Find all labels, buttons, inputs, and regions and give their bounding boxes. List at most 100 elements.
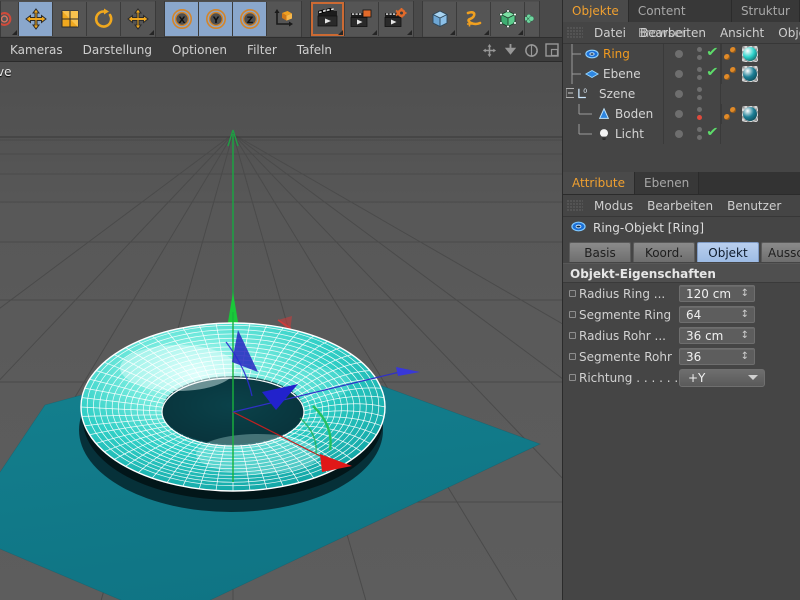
object-row-toggles[interactable] <box>663 84 721 104</box>
render-visibility-dot-top[interactable] <box>697 47 702 52</box>
axis-x-lock-button[interactable]: X <box>165 1 199 36</box>
object-row-toggles[interactable] <box>663 104 721 124</box>
pan-icon[interactable] <box>481 42 497 58</box>
spinner-icon[interactable]: ↕ <box>741 351 749 363</box>
object-row-toggles[interactable]: ✔ <box>663 44 721 64</box>
enabled-check-icon[interactable]: ✔ <box>706 46 719 60</box>
render-visibility-dot-top[interactable] <box>697 87 702 92</box>
tab-attribute[interactable]: Attribute <box>563 172 635 194</box>
axis-y-lock-button[interactable]: Y <box>199 1 233 36</box>
editor-visibility-dot[interactable] <box>675 50 683 58</box>
subtab-basis[interactable]: Basis <box>569 242 631 262</box>
object-row-tags[interactable] <box>721 104 758 124</box>
attrmenu-item-modus[interactable]: Modus <box>587 199 640 213</box>
editor-visibility-dot[interactable] <box>675 70 683 78</box>
add-cube-primitive-button[interactable] <box>423 1 457 36</box>
spinner-icon[interactable]: ↕ <box>741 309 749 321</box>
move-tool-secondary-button[interactable] <box>121 1 155 36</box>
render-visibility-dot-top[interactable] <box>697 67 702 72</box>
material-tag-icon[interactable] <box>742 106 758 122</box>
3d-viewport[interactable]: ktive <box>0 62 562 600</box>
undo-redo-tool-button[interactable] <box>1 1 19 36</box>
object-row-licht[interactable]: Licht ✔ <box>563 124 800 144</box>
orbit-icon[interactable] <box>523 42 539 58</box>
maximize-icon[interactable] <box>544 42 560 58</box>
tab-ebenen[interactable]: Ebenen <box>635 172 700 194</box>
tag-dots-icon[interactable] <box>724 47 740 62</box>
object-row-ring[interactable]: Ring ✔ <box>563 44 800 64</box>
render-visibility-dot-bottom[interactable] <box>697 135 702 140</box>
render-visibility-dot-bottom[interactable] <box>697 55 702 60</box>
property-animate-checkbox[interactable] <box>569 290 576 297</box>
object-row-toggles[interactable]: ✔ <box>663 64 721 84</box>
render-visibility-dot-bottom[interactable] <box>697 75 702 80</box>
property-animate-checkbox[interactable] <box>569 374 576 381</box>
render-region-button[interactable] <box>345 1 379 36</box>
add-spline-button[interactable] <box>457 1 491 36</box>
viewmenu-item-tafeln[interactable]: Tafeln <box>287 38 342 62</box>
object-row-toggles[interactable]: ✔ <box>663 124 721 144</box>
ommenu-item-bearbeiten[interactable]: Bearbeiten <box>633 26 713 40</box>
rotate-tool-button[interactable] <box>87 1 121 36</box>
material-tag-icon[interactable] <box>742 46 758 62</box>
property-label: Richtung . . . . . . <box>579 370 679 385</box>
attrmenu-item-bearbeiten[interactable]: Bearbeiten <box>640 199 720 213</box>
property-select[interactable]: +Y <box>679 368 765 387</box>
render-visibility-dot-top[interactable] <box>697 127 702 132</box>
render-visibility-dot-bottom[interactable] <box>697 95 702 100</box>
axis-z-lock-button[interactable]: Z <box>233 1 267 36</box>
editor-visibility-dot[interactable] <box>675 90 683 98</box>
property-animate-checkbox[interactable] <box>569 311 576 318</box>
property-input[interactable]: 120 cm ↕ <box>679 285 755 302</box>
subtab-objekt[interactable]: Objekt <box>697 242 759 262</box>
viewmenu-item-kameras[interactable]: Kameras <box>0 38 73 62</box>
world-object-axis-button[interactable] <box>267 1 301 36</box>
object-row-szene[interactable]: 0 Szene <box>563 84 800 104</box>
editor-visibility-dot[interactable] <box>675 110 683 118</box>
enabled-check-icon[interactable]: ✔ <box>706 66 719 80</box>
panel-grip-icon[interactable] <box>567 26 583 39</box>
property-animate-checkbox[interactable] <box>569 332 576 339</box>
panel-grip-icon[interactable] <box>567 199 583 212</box>
property-animate-checkbox[interactable] <box>569 353 576 360</box>
object-manager[interactable]: Ring ✔ Ebene ✔ 0 Szene Boden Licht ✔ <box>563 44 800 188</box>
render-view-button[interactable] <box>311 1 345 36</box>
tab-struktur[interactable]: Struktur <box>731 0 800 22</box>
tag-dots-icon[interactable] <box>724 107 740 122</box>
attrmenu-item-benutzer[interactable]: Benutzer <box>720 199 788 213</box>
render-settings-button[interactable] <box>379 1 413 36</box>
tab-objekte[interactable]: Objekte <box>563 0 629 22</box>
viewport-nav-icons <box>481 38 560 62</box>
property-input[interactable]: 36 ↕ <box>679 348 755 365</box>
object-row-ebene[interactable]: Ebene ✔ <box>563 64 800 84</box>
object-row-tags[interactable] <box>721 44 758 64</box>
tab-content-browser[interactable]: Content Browser <box>628 0 732 40</box>
property-input[interactable]: 36 cm ↕ <box>679 327 755 344</box>
subtab-koord[interactable]: Koord. <box>633 242 695 262</box>
render-visibility-dot-bottom[interactable] <box>697 115 702 120</box>
tag-dots-icon[interactable] <box>724 67 740 82</box>
add-nurbs-button[interactable] <box>491 1 525 36</box>
object-row-boden[interactable]: Boden <box>563 104 800 124</box>
chevron-down-icon <box>748 374 758 380</box>
dolly-icon[interactable] <box>502 42 518 58</box>
ommenu-item-objekte[interactable]: Objekte <box>771 26 800 40</box>
viewmenu-item-darstellung[interactable]: Darstellung <box>73 38 162 62</box>
ommenu-item-ansicht[interactable]: Ansicht <box>713 26 771 40</box>
scale-tool-button[interactable] <box>53 1 87 36</box>
render-visibility-dot-top[interactable] <box>697 107 702 112</box>
viewmenu-item-filter[interactable]: Filter <box>237 38 287 62</box>
enabled-check-icon[interactable]: ✔ <box>706 126 719 140</box>
spinner-icon[interactable]: ↕ <box>741 330 749 342</box>
spinner-icon[interactable]: ↕ <box>741 288 749 300</box>
viewmenu-item-optionen[interactable]: Optionen <box>162 38 237 62</box>
object-row-tags[interactable] <box>721 64 758 84</box>
ommenu-item-datei[interactable]: Datei <box>587 26 633 40</box>
add-deformer-button[interactable] <box>525 1 539 36</box>
property-input[interactable]: 64 ↕ <box>679 306 755 323</box>
move-tool-button[interactable] <box>19 1 53 36</box>
material-tag-icon[interactable] <box>742 66 758 82</box>
editor-visibility-dot[interactable] <box>675 130 683 138</box>
subtab-ausschluss[interactable]: Ausscl <box>761 242 800 262</box>
toolbar-corner-marker <box>372 29 377 35</box>
